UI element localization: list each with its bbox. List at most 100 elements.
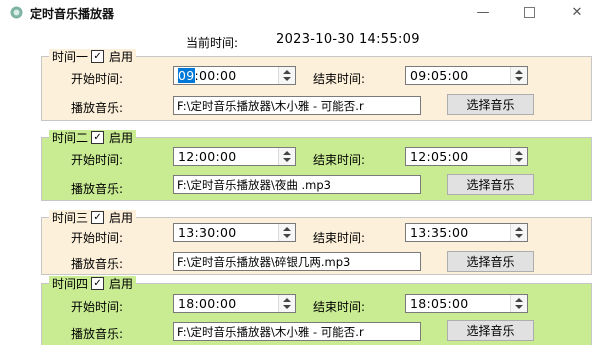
spin-up-icon[interactable]: [515, 151, 523, 155]
maximize-button[interactable]: [506, 0, 552, 24]
music-path-text: F:\定时音乐播放器\夜曲 .mp3: [177, 178, 331, 192]
window-title: 定时音乐播放器: [30, 7, 115, 21]
start-time-label: 开始时间:: [71, 300, 124, 314]
minimize-button[interactable]: —: [460, 0, 506, 24]
group-name: 时间一: [52, 50, 89, 64]
end-time-label: 结束时间:: [313, 231, 366, 245]
spin-up-icon[interactable]: [283, 70, 291, 74]
group-title: 时间一 ✓ 启用: [49, 49, 137, 64]
group-name: 时间二: [52, 131, 89, 145]
enable-checkbox[interactable]: ✓: [91, 277, 105, 290]
end-time-spinner[interactable]: [510, 67, 527, 84]
current-time-label: 当前时间:: [186, 36, 239, 50]
schedule-group-1: 时间一 ✓ 启用 开始时间: 09:00:00 结束时间: 09:05:00 播…: [41, 49, 592, 121]
end-time-value: 09:05:00: [410, 68, 469, 83]
close-button[interactable]: ✕: [553, 0, 601, 24]
enable-label: 启用: [109, 211, 134, 225]
start-time-label: 开始时间:: [71, 231, 124, 245]
start-time-spinner[interactable]: [278, 224, 295, 241]
minimize-icon: —: [476, 4, 490, 20]
spin-down-icon[interactable]: [515, 305, 523, 309]
start-time-text: :00:00: [194, 68, 237, 83]
end-time-label: 结束时间:: [313, 153, 366, 167]
music-path-field[interactable]: F:\定时音乐播放器\碎银几两.mp3: [173, 252, 421, 271]
music-path-text: F:\定时音乐播放器\木小雅 - 可能否.r: [177, 99, 364, 113]
end-time-spinner[interactable]: [510, 295, 527, 312]
app-icon: [10, 6, 23, 19]
check-icon: ✓: [93, 131, 102, 143]
start-time-value: 12:00:00: [178, 149, 237, 164]
enable-label: 启用: [109, 50, 134, 64]
check-icon: ✓: [93, 277, 102, 289]
group-title: 时间三 ✓ 启用: [49, 210, 137, 225]
spin-down-icon[interactable]: [283, 158, 291, 162]
select-music-button[interactable]: 选择音乐: [447, 94, 534, 115]
end-time-input[interactable]: 12:05:00: [405, 147, 528, 166]
group-title: 时间四 ✓ 启用: [49, 276, 137, 291]
spin-up-icon[interactable]: [283, 298, 291, 302]
end-time-spinner[interactable]: [510, 148, 527, 165]
start-time-label: 开始时间:: [71, 153, 124, 167]
spin-down-icon[interactable]: [283, 77, 291, 81]
current-time-value: 2023-10-30 14:55:09: [276, 32, 420, 47]
start-time-input[interactable]: 09:00:00: [173, 66, 296, 85]
end-time-value: 13:35:00: [410, 225, 469, 240]
check-icon: ✓: [93, 50, 102, 62]
start-time-spinner[interactable]: [278, 67, 295, 84]
end-time-input[interactable]: 09:05:00: [405, 66, 528, 85]
enable-checkbox[interactable]: ✓: [91, 50, 105, 63]
spin-down-icon[interactable]: [283, 305, 291, 309]
music-label: 播放音乐:: [71, 327, 124, 341]
end-time-value: 18:05:00: [410, 296, 469, 311]
start-time-input[interactable]: 12:00:00: [173, 147, 296, 166]
spin-down-icon[interactable]: [515, 158, 523, 162]
spin-down-icon[interactable]: [283, 234, 291, 238]
music-path-text: F:\定时音乐播放器\碎银几两.mp3: [177, 255, 351, 269]
start-time-label: 开始时间:: [71, 72, 124, 86]
music-path-field[interactable]: F:\定时音乐播放器\木小雅 - 可能否.r: [173, 96, 421, 115]
schedule-group-2: 时间二 ✓ 启用 开始时间: 12:00:00 结束时间: 12:05:00 播…: [41, 130, 592, 201]
select-music-button[interactable]: 选择音乐: [447, 174, 534, 195]
spin-up-icon[interactable]: [283, 151, 291, 155]
spin-up-icon[interactable]: [283, 227, 291, 231]
spin-up-icon[interactable]: [515, 298, 523, 302]
music-label: 播放音乐:: [71, 101, 124, 115]
select-music-button[interactable]: 选择音乐: [447, 320, 534, 341]
start-time-spinner[interactable]: [278, 148, 295, 165]
group-name: 时间四: [52, 277, 89, 291]
start-time-spinner[interactable]: [278, 295, 295, 312]
start-time-value: 09:00:00: [178, 68, 237, 83]
group-title: 时间二 ✓ 启用: [49, 130, 137, 145]
spin-down-icon[interactable]: [515, 234, 523, 238]
spin-down-icon[interactable]: [515, 77, 523, 81]
start-time-value: 18:00:00: [178, 296, 237, 311]
enable-checkbox[interactable]: ✓: [91, 131, 105, 144]
spin-up-icon[interactable]: [515, 70, 523, 74]
enable-checkbox[interactable]: ✓: [91, 211, 105, 224]
end-time-input[interactable]: 13:35:00: [405, 223, 528, 242]
enable-label: 启用: [109, 277, 134, 291]
start-time-value: 13:30:00: [178, 225, 237, 240]
start-time-text: 18:00:00: [178, 296, 237, 311]
music-path-text: F:\定时音乐播放器\木小雅 - 可能否.r: [177, 325, 364, 339]
end-time-label: 结束时间:: [313, 72, 366, 86]
start-time-text: 13:30:00: [178, 225, 237, 240]
music-label: 播放音乐:: [71, 182, 124, 196]
enable-label: 启用: [109, 131, 134, 145]
title-bar: 定时音乐播放器 — ✕: [0, 0, 601, 26]
music-path-field[interactable]: F:\定时音乐播放器\夜曲 .mp3: [173, 175, 421, 194]
start-time-text: 12:00:00: [178, 149, 237, 164]
spin-up-icon[interactable]: [515, 227, 523, 231]
end-time-input[interactable]: 18:05:00: [405, 294, 528, 313]
maximize-icon: [523, 6, 535, 18]
start-time-selection: 09: [178, 68, 195, 83]
end-time-spinner[interactable]: [510, 224, 527, 241]
start-time-input[interactable]: 13:30:00: [173, 223, 296, 242]
music-path-field[interactable]: F:\定时音乐播放器\木小雅 - 可能否.r: [173, 322, 421, 341]
check-icon: ✓: [93, 211, 102, 223]
schedule-group-3: 时间三 ✓ 启用 开始时间: 13:30:00 结束时间: 13:35:00 播…: [41, 210, 592, 275]
group-name: 时间三: [52, 211, 89, 225]
start-time-input[interactable]: 18:00:00: [173, 294, 296, 313]
select-music-button[interactable]: 选择音乐: [447, 251, 534, 272]
end-time-label: 结束时间:: [313, 300, 366, 314]
